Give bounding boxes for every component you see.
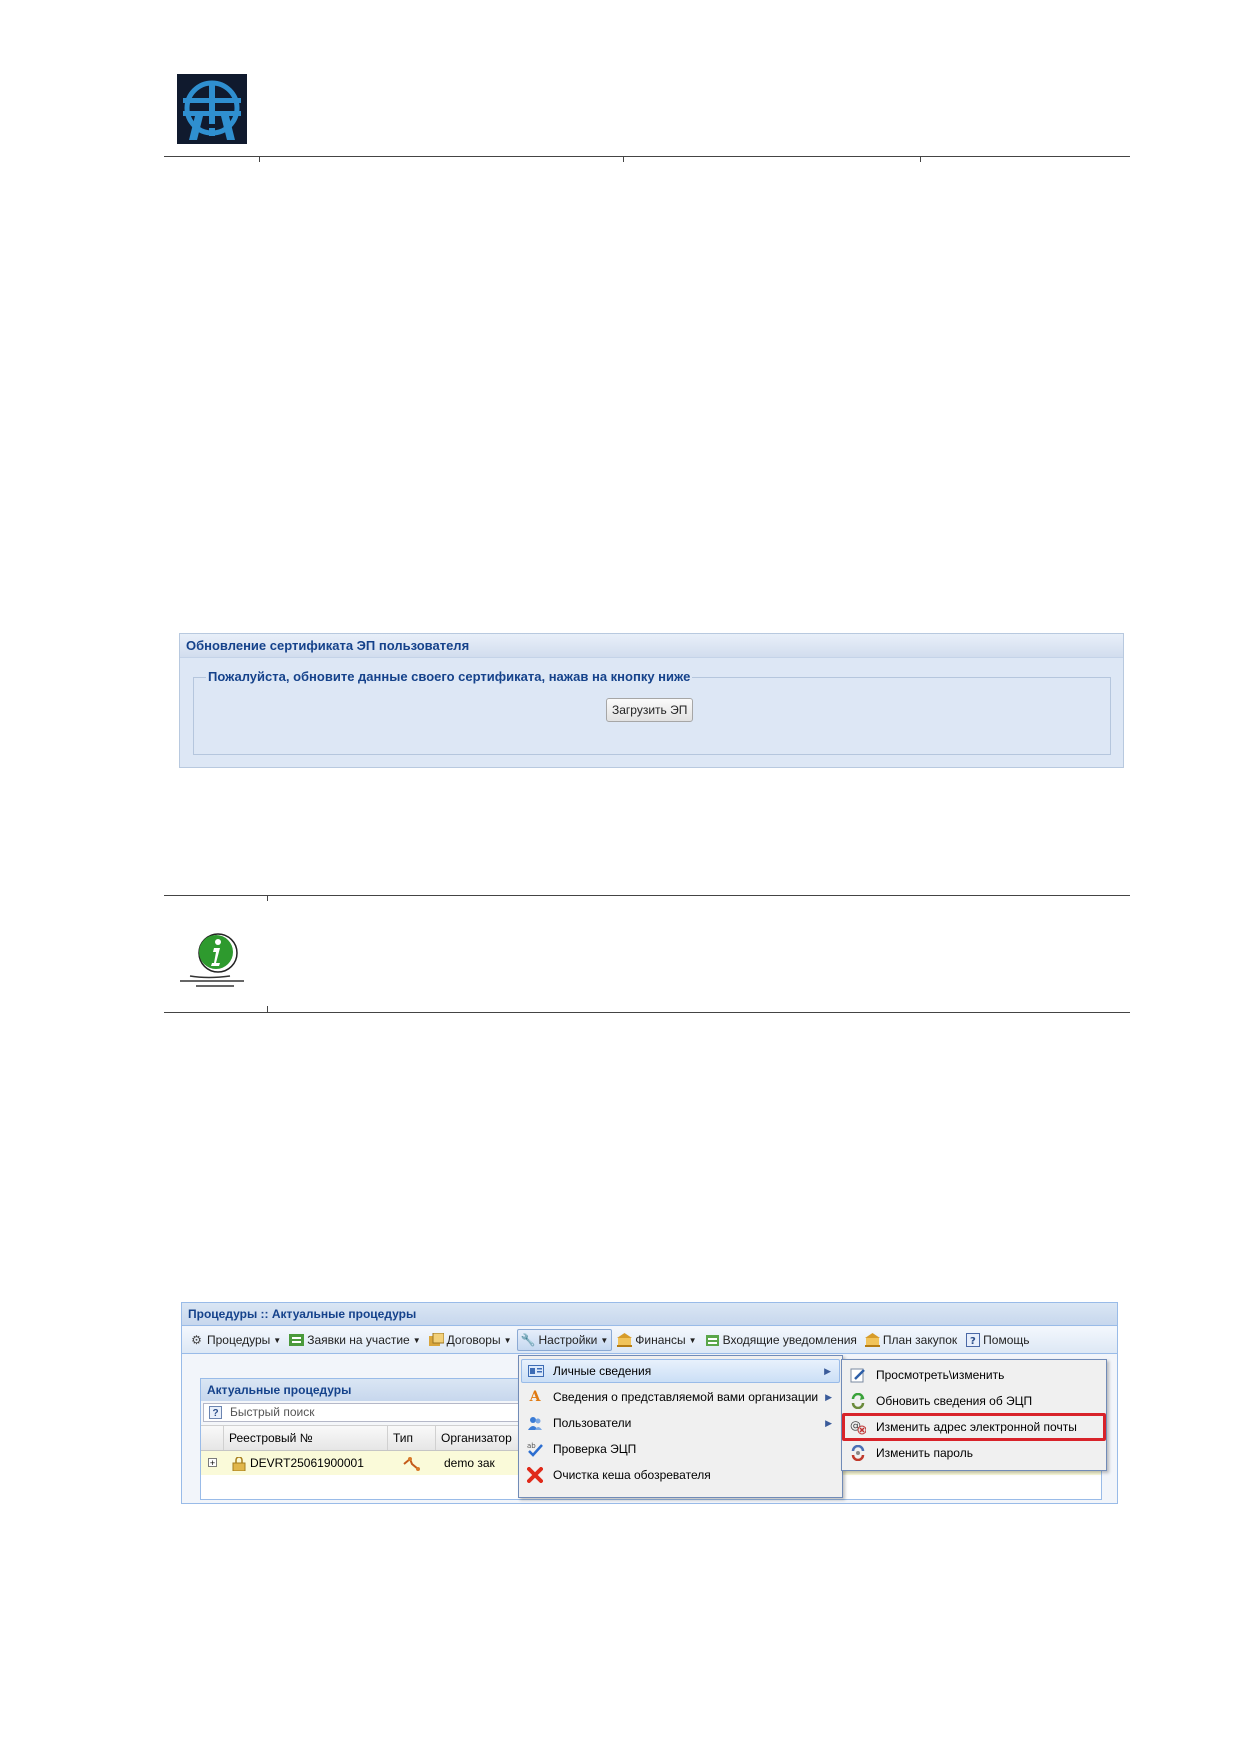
menu-item-clear-cache[interactable]: Очистка кеша обозревателя — [521, 1463, 840, 1487]
menu-item-change-password[interactable]: Изменить пароль — [844, 1441, 1104, 1465]
header-divider — [164, 156, 1130, 157]
menu-applications[interactable]: Заявки на участие ▼ — [286, 1329, 423, 1351]
menu-label: Входящие уведомления — [722, 1333, 857, 1347]
personal-card-icon — [528, 1364, 544, 1380]
menu-purchase-plan[interactable]: План закупок — [862, 1329, 960, 1351]
menu-item-signature-check[interactable]: ab Проверка ЭЦП — [521, 1437, 840, 1461]
menu-settings[interactable]: 🔧 Настройки ▼ — [516, 1329, 613, 1351]
svg-text:?: ? — [970, 1336, 976, 1347]
menu-item-label: Изменить пароль — [876, 1446, 973, 1460]
procedure-type-icon — [397, 1451, 420, 1475]
organization-logo — [177, 74, 247, 144]
note-bottom-divider — [164, 1012, 1130, 1013]
help-icon: ? — [965, 1333, 980, 1348]
menu-item-label: Проверка ЭЦП — [553, 1442, 637, 1456]
menu-item-label: Очистка кеша обозревателя — [553, 1468, 711, 1482]
chevron-down-icon: ▼ — [412, 1335, 421, 1345]
certificate-fieldset: Пожалуйста, обновите данные своего серти… — [193, 669, 1111, 755]
menu-item-update-signature[interactable]: Обновить сведения об ЭЦП — [844, 1389, 1104, 1413]
menu-item-label: Пользователи — [553, 1416, 632, 1430]
clear-cache-icon — [527, 1467, 543, 1483]
email-icon: @ — [850, 1419, 867, 1435]
menu-item-view-edit[interactable]: Просмотреть\изменить — [844, 1363, 1104, 1387]
info-icon — [180, 933, 244, 987]
help-icon[interactable]: ? — [209, 1406, 222, 1419]
submenu-arrow-icon: ▶ — [825, 1392, 832, 1402]
users-icon — [527, 1415, 543, 1431]
window-title: Процедуры :: Актуальные процедуры — [182, 1303, 1117, 1326]
upload-signature-button[interactable]: Загрузить ЭП — [606, 698, 694, 722]
menu-item-users[interactable]: Пользователи ▶ — [521, 1411, 840, 1435]
note-divider-tick — [267, 895, 268, 901]
contracts-icon — [428, 1333, 444, 1348]
note-top-divider — [164, 895, 1130, 896]
chevron-down-icon: ▼ — [688, 1335, 697, 1345]
svg-text:ab: ab — [527, 1442, 536, 1450]
expand-row-icon[interactable]: + — [208, 1458, 217, 1468]
menu-contracts[interactable]: Договоры ▼ — [426, 1329, 515, 1351]
bank-icon — [617, 1333, 633, 1348]
row-organizer: demo зак — [444, 1456, 495, 1470]
menu-label: Заявки на участие — [307, 1333, 410, 1347]
main-toolbar: ⚙ Процедуры ▼ Заявки на участие ▼ Договоры… — [182, 1327, 1117, 1354]
menu-label: Помощь — [983, 1333, 1030, 1347]
password-icon — [850, 1444, 866, 1462]
menu-item-personal-info[interactable]: Личные сведения ▶ — [521, 1359, 840, 1383]
chevron-down-icon: ▼ — [503, 1335, 512, 1345]
submenu-arrow-icon: ▶ — [825, 1418, 832, 1428]
submenu-arrow-icon: ▶ — [824, 1366, 831, 1376]
search-placeholder: Быстрый поиск — [230, 1405, 315, 1419]
header-divider-tick — [259, 156, 260, 162]
edit-icon — [850, 1367, 866, 1383]
menu-notifications[interactable]: Входящие уведомления — [702, 1329, 860, 1351]
header-divider-tick — [920, 156, 921, 162]
notifications-icon — [705, 1333, 720, 1348]
menu-item-label: Изменить адрес электронной почты — [876, 1420, 1077, 1434]
menu-label: Финансы — [635, 1333, 686, 1347]
menu-item-change-email[interactable]: @ Изменить адрес электронной почты — [842, 1413, 1106, 1441]
menu-label: План закупок — [882, 1333, 958, 1347]
menu-item-label: Обновить сведения об ЭЦП — [876, 1394, 1033, 1408]
menu-item-organization-info[interactable]: A Сведения о представляемой вами организ… — [521, 1385, 840, 1409]
panel-title: Обновление сертификата ЭП пользователя — [180, 634, 1123, 658]
column-registry[interactable]: Реестровый № — [223, 1426, 387, 1450]
menu-finances[interactable]: Финансы ▼ — [614, 1329, 699, 1351]
chevron-down-icon: ▼ — [600, 1335, 609, 1345]
personal-info-submenu: Просмотреть\изменить Обновить сведения о… — [841, 1359, 1107, 1471]
menu-item-label: Сведения о представляемой вами организац… — [553, 1390, 819, 1404]
menu-label: Процедуры — [207, 1333, 271, 1347]
header-divider-tick — [623, 156, 624, 162]
chevron-down-icon: ▼ — [273, 1335, 282, 1345]
row-registry-number: DEVRT25061900001 — [250, 1456, 364, 1470]
organization-icon: A — [529, 1389, 541, 1405]
applications-icon — [289, 1333, 305, 1348]
wrench-icon: 🔧 — [520, 1333, 536, 1347]
gears-icon: ⚙ — [191, 1333, 202, 1347]
refresh-signature-icon — [850, 1392, 866, 1410]
note-divider-tick — [267, 1006, 268, 1012]
certificate-update-panel: Обновление сертификата ЭП пользователя П… — [179, 633, 1124, 768]
fieldset-legend: Пожалуйста, обновите данные своего серти… — [206, 669, 693, 685]
menu-help[interactable]: ? Помощь — [962, 1329, 1032, 1351]
settings-menu: Личные сведения ▶ A Сведения о представл… — [518, 1355, 843, 1498]
signature-check-icon: ab — [527, 1441, 543, 1457]
menu-label: Договоры — [446, 1333, 501, 1347]
menu-item-label: Личные сведения — [553, 1364, 652, 1378]
column-type[interactable]: Тип — [387, 1426, 435, 1450]
bank-icon — [864, 1333, 880, 1348]
menu-procedures[interactable]: ⚙ Процедуры ▼ — [186, 1329, 284, 1351]
menu-item-label: Просмотреть\изменить — [876, 1368, 1005, 1382]
menu-label: Настройки — [538, 1333, 598, 1347]
lock-icon — [227, 1451, 246, 1475]
